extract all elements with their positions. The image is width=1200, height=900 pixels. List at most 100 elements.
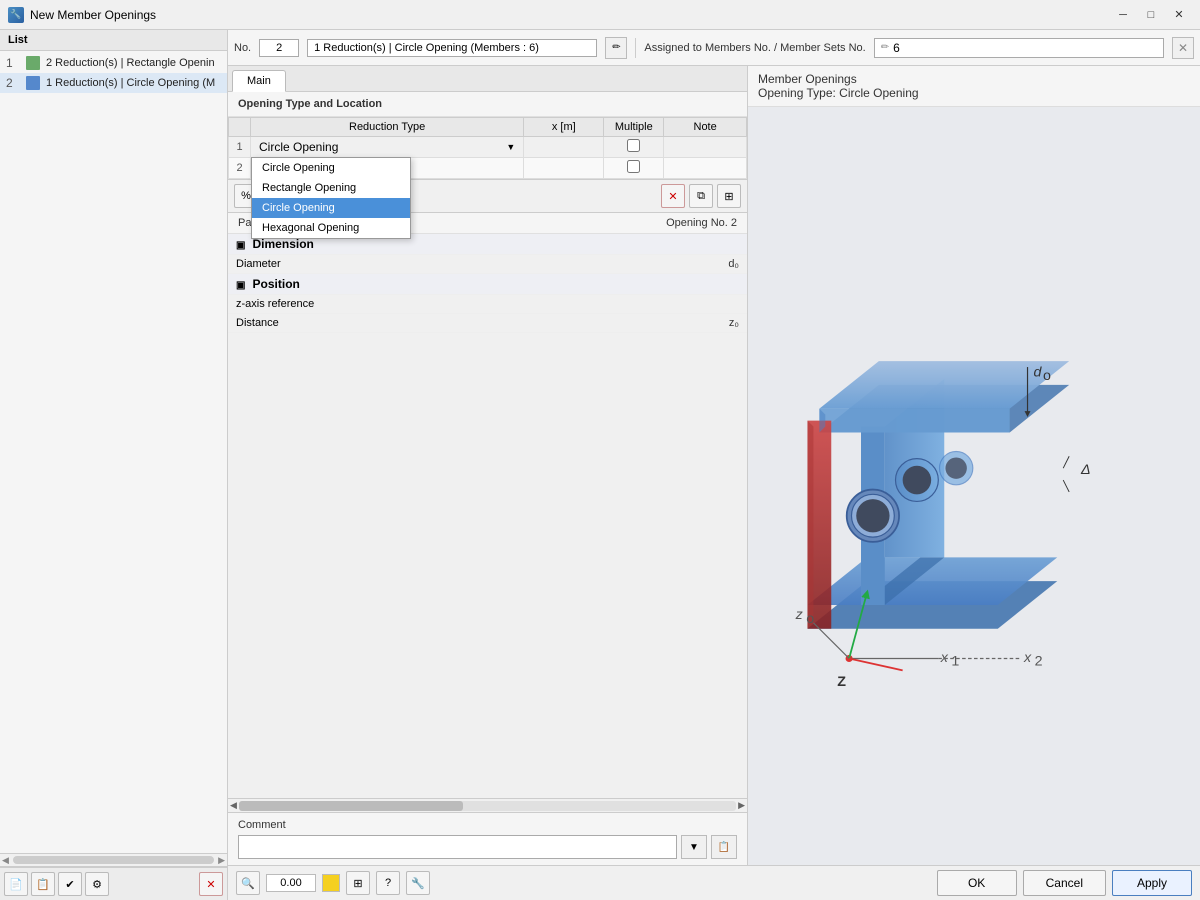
tab-bar: Main: [228, 66, 747, 92]
comment-row: ▼ 📋: [238, 835, 737, 859]
help-button[interactable]: ?: [376, 871, 400, 895]
tools-button[interactable]: 🔧: [406, 871, 430, 895]
no-value: 2: [259, 39, 299, 57]
svg-text:x: x: [1023, 650, 1032, 666]
delete-row-button[interactable]: ✕: [661, 184, 685, 208]
beam-svg: d o Δ z o: [748, 107, 1200, 865]
collapse-icon: ▣: [236, 240, 245, 251]
form-area: Main Opening Type and Location R: [228, 66, 748, 865]
left-panel: List 1 2 Reduction(s) | Rectangle Openin…: [0, 30, 228, 900]
cancel-button[interactable]: Cancel: [1023, 870, 1106, 896]
list-toolbar: 📄 📋 ✔ ⚙ ✕: [0, 867, 227, 900]
x-cell: [524, 137, 604, 158]
dropdown-display[interactable]: Circle Opening ▼: [255, 139, 519, 155]
search-button[interactable]: 🔍: [236, 871, 260, 895]
note-cell: [664, 137, 747, 158]
view-3d: Member Openings Opening Type: Circle Ope…: [748, 66, 1200, 865]
multiple-checkbox[interactable]: [627, 139, 640, 152]
comment-copy-button[interactable]: 📋: [711, 835, 737, 859]
ok-button[interactable]: OK: [937, 870, 1017, 896]
param-group-position[interactable]: ▣ Position: [228, 274, 747, 295]
h-scrollbar[interactable]: ◀ ▶: [228, 798, 747, 812]
list-item[interactable]: 2 1 Reduction(s) | Circle Opening (M: [0, 73, 227, 93]
list-item-number: 1: [6, 56, 20, 70]
minimize-button[interactable]: ─: [1110, 5, 1136, 25]
param-label-z-axis: z-axis reference: [228, 295, 632, 314]
window-title: New Member Openings: [30, 8, 156, 22]
right-area: No. 2 1 Reduction(s) | Circle Opening (M…: [228, 30, 1200, 900]
svg-text:Z: Z: [837, 674, 846, 690]
row-num: 1: [229, 137, 251, 158]
scroll-thumb: [239, 801, 463, 811]
list-item-text: 1 Reduction(s) | Circle Opening (M: [46, 77, 215, 89]
col-header-multiple: Multiple: [604, 118, 664, 137]
params-table: ▣ Dimension Diameter d₀: [228, 234, 747, 333]
layers-button[interactable]: ⊞: [346, 871, 370, 895]
app-icon: 🔧: [8, 7, 24, 23]
svg-text:Δ: Δ: [1080, 462, 1091, 478]
maximize-button[interactable]: □: [1138, 5, 1164, 25]
bottom-icons-bar: 🔍 0.00 ⊞ ? 🔧 OK Cancel Apply: [228, 865, 1200, 900]
table-row: 1 Circle Opening ▼: [229, 137, 747, 158]
scroll-thumb: [13, 856, 214, 864]
row-num: 2: [229, 158, 251, 179]
color-selector[interactable]: [322, 874, 340, 892]
note-cell-2: [664, 158, 747, 179]
new-item-button[interactable]: 📄: [4, 872, 28, 896]
copy-row-button-2[interactable]: ⊞: [717, 184, 741, 208]
param-value-diameter: d₀: [632, 255, 747, 274]
param-value-z-axis: [632, 295, 747, 314]
duplicate-button[interactable]: 📋: [31, 872, 55, 896]
dropdown-value: Circle Opening: [259, 140, 338, 154]
comment-input[interactable]: [238, 835, 677, 859]
edit-name-button[interactable]: ✏: [605, 37, 627, 59]
settings-button[interactable]: ⚙: [85, 872, 109, 896]
x-cell-2: [524, 158, 604, 179]
svg-text:o: o: [1043, 368, 1051, 384]
view-3d-header: Member Openings Opening Type: Circle Ope…: [748, 66, 1200, 107]
scroll-left-arrow[interactable]: ◀: [2, 855, 9, 866]
scroll-right[interactable]: ▶: [738, 800, 745, 811]
scroll-left[interactable]: ◀: [230, 800, 237, 811]
opening-table-container: Reduction Type x [m] Multiple Note 1: [228, 117, 747, 179]
tab-main[interactable]: Main: [232, 70, 286, 92]
dropdown-option-rectangle-opening[interactable]: Rectangle Opening: [252, 178, 410, 198]
scroll-track[interactable]: [239, 801, 736, 811]
window-controls: ─ □ ✕: [1110, 5, 1192, 25]
scroll-right-arrow[interactable]: ▶: [218, 855, 225, 866]
assigned-value-box: ✏ 6: [874, 38, 1164, 58]
multiple-cell-2[interactable]: [604, 158, 664, 179]
multiple-checkbox-2[interactable]: [627, 160, 640, 173]
opening-table: Reduction Type x [m] Multiple Note 1: [228, 117, 747, 179]
opening-section-title: Opening Type and Location: [228, 92, 747, 117]
dropdown-arrow-icon: ▼: [506, 142, 515, 152]
param-row-z-axis: z-axis reference: [228, 295, 747, 314]
bottom-section: 🔍 0.00 ⊞ ? 🔧 OK Cancel Apply: [228, 865, 1200, 900]
reduction-type-cell[interactable]: Circle Opening ▼ Circle Opening Rectangl…: [251, 137, 524, 158]
list-item-text: 2 Reduction(s) | Rectangle Openin: [46, 57, 215, 69]
dropdown-option-circle-opening-1[interactable]: Circle Opening: [252, 158, 410, 178]
top-bar: No. 2 1 Reduction(s) | Circle Opening (M…: [228, 30, 1200, 66]
comment-dropdown-button[interactable]: ▼: [681, 835, 707, 859]
delete-button[interactable]: ✕: [199, 872, 223, 896]
close-button[interactable]: ✕: [1166, 5, 1192, 25]
col-header-row: [229, 118, 251, 137]
apply-button[interactable]: Apply: [1112, 870, 1192, 896]
assigned-value-text: 6: [893, 41, 900, 55]
copy-row-button-1[interactable]: ⧉: [689, 184, 713, 208]
param-row-distance: Distance z₀: [228, 314, 747, 333]
multiple-cell[interactable]: [604, 137, 664, 158]
check-button[interactable]: ✔: [58, 872, 82, 896]
list-item[interactable]: 1 2 Reduction(s) | Rectangle Openin: [0, 53, 227, 73]
form-scrollable: Opening Type and Location Reduction Type…: [228, 92, 747, 798]
coord-display: 0.00: [266, 874, 316, 892]
svg-text:d: d: [1033, 365, 1042, 381]
list-h-scrollbar[interactable]: ◀ ▶: [0, 853, 227, 867]
dropdown-menu: Circle Opening Rectangle Opening Circle …: [251, 157, 411, 239]
dropdown-option-circle-opening-2[interactable]: Circle Opening: [252, 198, 410, 218]
name-field[interactable]: 1 Reduction(s) | Circle Opening (Members…: [307, 39, 597, 57]
clear-assigned-button[interactable]: ✕: [1172, 37, 1194, 59]
col-header-reduction-type: Reduction Type: [251, 118, 524, 137]
divider: [635, 38, 636, 58]
dropdown-option-hexagonal-opening[interactable]: Hexagonal Opening: [252, 218, 410, 238]
